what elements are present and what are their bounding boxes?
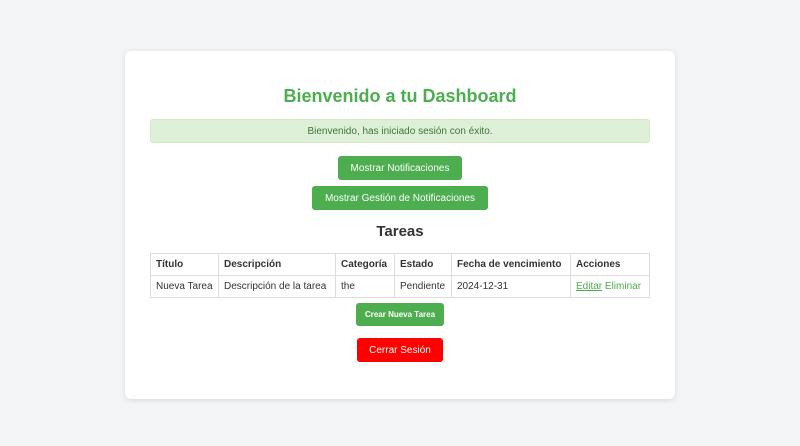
create-task-button[interactable]: Crear Nueva Tarea — [356, 303, 444, 326]
task-status-cell: Pendiente — [394, 275, 452, 298]
dashboard-card: Bienvenido a tu Dashboard Bienvenido, ha… — [125, 51, 675, 399]
column-header-title: Título — [150, 253, 219, 276]
page-title: Bienvenido a tu Dashboard — [283, 86, 517, 106]
show-notification-management-button[interactable]: Mostrar Gestión de Notificaciones — [312, 186, 488, 210]
logout-button[interactable]: Cerrar Sesión — [357, 338, 443, 362]
task-description-cell: Descripción de la tarea — [218, 275, 336, 298]
delete-task-link[interactable]: Eliminar — [605, 281, 641, 292]
table-row: Nueva Tarea Descripción de la tarea the … — [150, 275, 650, 298]
column-header-due-date: Fecha de vencimiento — [451, 253, 571, 276]
edit-task-link[interactable]: Editar — [576, 281, 602, 292]
tasks-heading: Tareas — [376, 223, 424, 240]
column-header-actions: Acciones — [570, 253, 650, 276]
success-alert: Bienvenido, has iniciado sesión con éxit… — [150, 119, 650, 143]
task-due-date-cell: 2024-12-31 — [451, 275, 571, 298]
column-header-description: Descripción — [218, 253, 336, 276]
task-title-cell: Nueva Tarea — [150, 275, 219, 298]
column-header-category: Categoría — [335, 253, 395, 276]
show-notifications-button[interactable]: Mostrar Notificaciones — [338, 156, 462, 180]
table-header-row: Título Descripción Categoría Estado Fech… — [150, 253, 650, 276]
task-category-cell: the — [335, 275, 395, 298]
column-header-status: Estado — [394, 253, 452, 276]
tasks-table: Título Descripción Categoría Estado Fech… — [150, 253, 650, 298]
task-actions-cell: Editar Eliminar — [570, 275, 650, 298]
